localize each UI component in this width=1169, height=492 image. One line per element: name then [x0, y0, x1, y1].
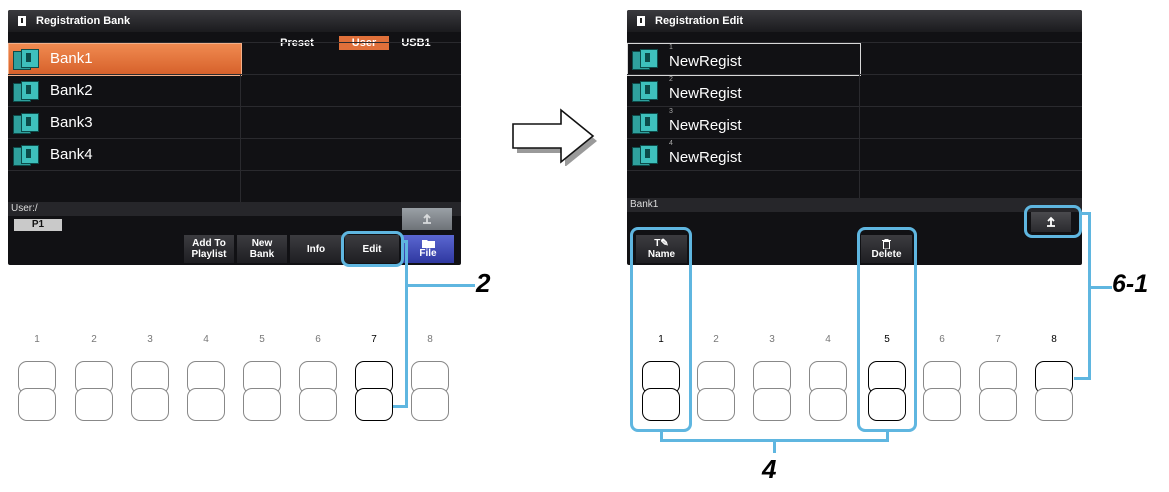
panel-button-3-lower[interactable] [131, 388, 169, 421]
bank-folder-icon [13, 49, 39, 70]
registration-icon [632, 81, 658, 102]
panel-button-6-lower[interactable] [299, 388, 337, 421]
folder-icon [421, 240, 435, 248]
registration-icon [632, 145, 658, 166]
screen-title: Registration Bank [36, 15, 131, 27]
step-number-2: 2 [476, 268, 491, 298]
registration-name: NewRegist [669, 117, 742, 134]
registration-row[interactable]: 2 NewRegist [627, 74, 1082, 106]
callout-line [1074, 377, 1091, 380]
panel-button-1-lower[interactable] [18, 388, 56, 421]
bank-name: Bank4 [50, 146, 93, 163]
panel-number: 2 [91, 334, 97, 345]
bank-icon [18, 16, 26, 26]
panel-number: 2 [713, 334, 719, 345]
path-text: User:/ [11, 203, 38, 214]
panel-number: 1 [658, 334, 664, 345]
registration-number: 1 [669, 44, 673, 51]
callout-line [392, 405, 408, 408]
panel-button-2-lower[interactable] [75, 388, 113, 421]
bank-name: Bank2 [50, 82, 93, 99]
registration-name: NewRegist [669, 149, 742, 166]
registration-name: NewRegist [669, 53, 742, 70]
registration-icon [632, 49, 658, 70]
up-button-callout [1024, 205, 1082, 238]
panel-number: 7 [995, 334, 1001, 345]
registration-number: 2 [669, 76, 673, 83]
panel-number: 5 [884, 334, 890, 345]
callout-line [405, 284, 475, 287]
panel-number: 8 [427, 334, 433, 345]
step-number-4: 4 [762, 454, 777, 484]
panel-number: 4 [825, 334, 831, 345]
bank-label: Bank1 [630, 199, 659, 210]
path-bar: User:/ [8, 202, 461, 216]
up-arrow-icon [423, 213, 431, 224]
panel-button-5-lower[interactable] [868, 388, 906, 421]
registration-icon [632, 113, 658, 134]
registration-name: NewRegist [669, 85, 742, 102]
bank-name: Bank1 [50, 50, 93, 67]
edit-callout [341, 231, 404, 267]
registration-edit-screen: Registration Edit 1 NewRegist 2 NewRegis… [627, 10, 1082, 265]
registration-number: 3 [669, 108, 673, 115]
panel-number: 7 [371, 334, 377, 345]
panel-number: 3 [769, 334, 775, 345]
bank-folder-icon [13, 145, 39, 166]
info-button[interactable]: Info [290, 235, 342, 263]
bank-row[interactable]: Bank4 [8, 138, 461, 170]
bank-row-empty [8, 170, 461, 202]
screen-title: Registration Edit [655, 15, 744, 27]
registration-row[interactable]: 4 NewRegist [627, 138, 1082, 170]
bank-name: Bank3 [50, 114, 93, 131]
callout-line [773, 439, 776, 453]
panel-button-4-lower[interactable] [809, 388, 847, 421]
bank-folder-icon [13, 81, 39, 102]
up-button[interactable] [402, 208, 452, 230]
callout-line [1088, 212, 1091, 380]
registration-bank-screen: Registration Bank Preset User USB1 Bank1… [8, 10, 461, 265]
add-to-playlist-button[interactable]: Add To Playlist [184, 235, 234, 263]
bank-row[interactable]: Bank1 [8, 42, 461, 76]
panel-number: 4 [203, 334, 209, 345]
panel-number: 6 [315, 334, 321, 345]
callout-line [405, 240, 408, 408]
registration-number: 4 [669, 140, 673, 147]
panel-number: 5 [259, 334, 265, 345]
callout-line [1088, 286, 1112, 289]
panel-number: 6 [939, 334, 945, 345]
new-bank-button[interactable]: New Bank [237, 235, 287, 263]
page-indicator[interactable]: P1 [14, 219, 62, 231]
bank-icon [637, 16, 645, 26]
panel-button-7-lower[interactable] [979, 388, 1017, 421]
panel-button-1-lower[interactable] [642, 388, 680, 421]
file-button[interactable]: File [402, 235, 454, 263]
panel-button-7-lower[interactable] [355, 388, 393, 421]
panel-button-8-lower[interactable] [1035, 388, 1073, 421]
panel-button-3-lower[interactable] [753, 388, 791, 421]
title-bar: Registration Edit [627, 10, 1082, 32]
panel-number: 1 [34, 334, 40, 345]
panel-button-5-lower[interactable] [243, 388, 281, 421]
panel-button-6-lower[interactable] [923, 388, 961, 421]
bank-folder-icon [13, 113, 39, 134]
title-bar: Registration Bank [8, 10, 461, 32]
registration-row[interactable]: 3 NewRegist [627, 106, 1082, 138]
bank-row[interactable]: Bank3 [8, 106, 461, 138]
panel-button-8-lower[interactable] [411, 388, 449, 421]
step-number-6-1: 6-1 [1112, 270, 1149, 298]
panel-number: 3 [147, 334, 153, 345]
bank-bar: Bank1 [627, 198, 1082, 212]
bank-row[interactable]: Bank2 [8, 74, 461, 106]
panel-button-2-lower[interactable] [697, 388, 735, 421]
right-arrow-icon [512, 108, 597, 166]
panel-number: 8 [1051, 334, 1057, 345]
registration-row[interactable]: 1 NewRegist [627, 42, 1082, 76]
panel-button-4-lower[interactable] [187, 388, 225, 421]
